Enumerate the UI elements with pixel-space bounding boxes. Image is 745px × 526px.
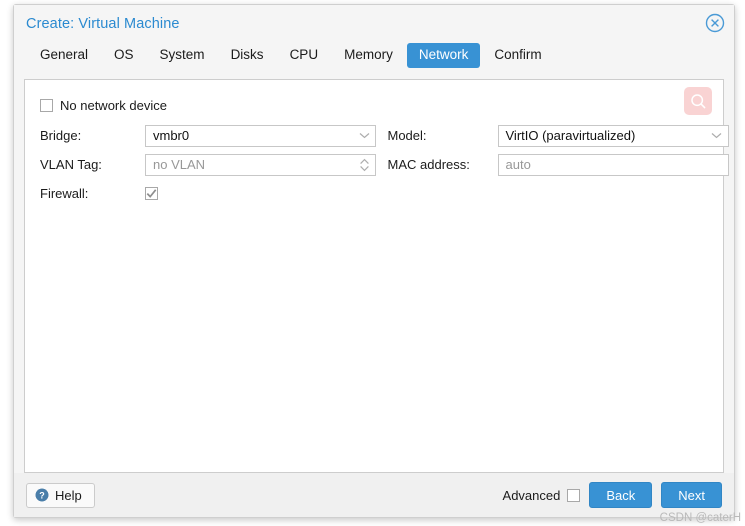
wizard-tabbar: General OS System Disks CPU Memory Netwo…	[14, 43, 734, 79]
no-network-device-row: No network device	[40, 92, 711, 118]
spinner-arrows-icon[interactable]	[356, 155, 372, 175]
firewall-checkbox[interactable]	[145, 187, 158, 200]
advanced-checkbox[interactable]	[567, 488, 581, 502]
bridge-combobox[interactable]: vmbr0	[145, 124, 376, 147]
model-value: VirtIO (paravirtualized)	[505, 128, 636, 143]
next-button[interactable]: Next	[661, 482, 722, 508]
chevron-down-icon[interactable]	[356, 126, 372, 146]
vlan-tag-row: VLAN Tag: no VLAN	[40, 150, 376, 179]
create-vm-dialog: Create: Virtual Machine General OS Syste…	[13, 4, 735, 518]
no-network-device-checkbox[interactable]	[40, 98, 53, 112]
question-circle-icon: ?	[35, 488, 49, 502]
mac-address-label: MAC address:	[387, 157, 470, 172]
mac-address-input[interactable]: auto	[497, 153, 729, 176]
bridge-value: vmbr0	[153, 128, 190, 143]
bridge-label: Bridge:	[40, 128, 82, 143]
footer-actions: Advanced Back Next	[503, 482, 722, 508]
bridge-row: Bridge: vmbr0	[40, 121, 376, 150]
no-network-device-label: No network device	[60, 97, 167, 113]
network-settings-panel: No network device Bridge: vmbr0 VLAN Tag…	[24, 79, 729, 473]
tab-memory[interactable]: Memory	[332, 43, 405, 68]
tab-cpu[interactable]: CPU	[278, 43, 331, 68]
vlan-tag-spinner[interactable]: no VLAN	[145, 153, 376, 176]
chevron-down-icon[interactable]	[709, 126, 725, 146]
form-columns: Bridge: vmbr0 VLAN Tag: no VLAN Firewall…	[40, 121, 729, 208]
model-combobox[interactable]: VirtIO (paravirtualized)	[497, 124, 729, 147]
model-label: Model:	[387, 128, 427, 143]
tab-os[interactable]: OS	[102, 43, 146, 68]
check-icon	[146, 189, 157, 198]
back-button[interactable]: Back	[589, 482, 653, 508]
tab-general[interactable]: General	[28, 43, 100, 68]
help-button[interactable]: ? Help	[26, 482, 95, 508]
model-row: Model: VirtIO (paravirtualized)	[387, 121, 729, 150]
vlan-tag-label: VLAN Tag:	[40, 157, 102, 172]
tab-confirm[interactable]: Confirm	[482, 43, 553, 68]
dialog-title: Create: Virtual Machine	[26, 16, 180, 32]
dialog-titlebar: Create: Virtual Machine	[14, 5, 734, 43]
dialog-footer: ? Help Advanced Back Next	[14, 473, 734, 517]
tab-network[interactable]: Network	[406, 43, 481, 68]
help-button-label: Help	[55, 487, 82, 503]
form-column-right: Model: VirtIO (paravirtualized) MAC addr…	[376, 121, 729, 208]
firewall-label: Firewall:	[40, 186, 89, 201]
tab-system[interactable]: System	[148, 43, 217, 68]
network-form: No network device Bridge: vmbr0 VLAN Tag…	[25, 80, 729, 208]
screen-root: Create: Virtual Machine General OS Syste…	[0, 0, 745, 526]
advanced-label: Advanced	[502, 487, 561, 503]
vlan-tag-value: no VLAN	[153, 157, 206, 172]
close-icon[interactable]	[705, 13, 725, 33]
form-column-left: Bridge: vmbr0 VLAN Tag: no VLAN Firewall…	[40, 121, 376, 208]
mac-address-row: MAC address: auto	[387, 150, 729, 179]
tab-disks[interactable]: Disks	[219, 43, 276, 68]
firewall-row: Firewall:	[40, 179, 376, 208]
mac-address-value: auto	[505, 157, 531, 172]
svg-text:?: ?	[39, 490, 45, 500]
